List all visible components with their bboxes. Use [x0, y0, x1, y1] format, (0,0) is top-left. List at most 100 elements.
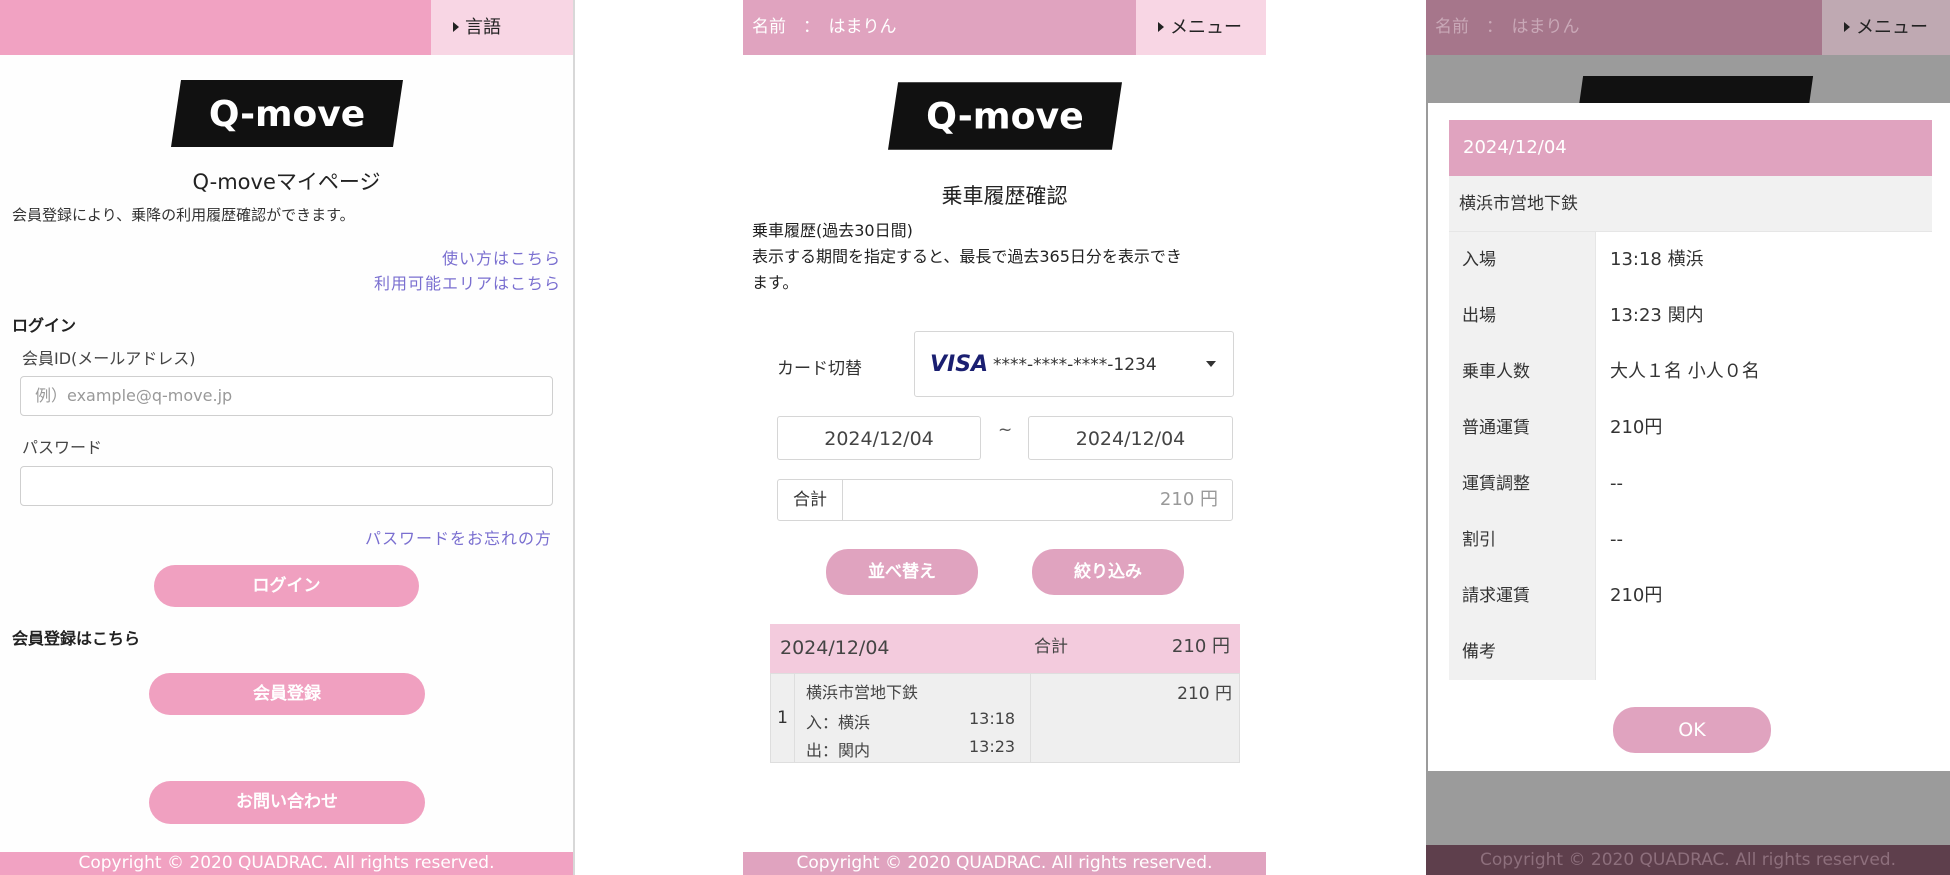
password-label: パスワード — [22, 438, 103, 457]
menu-button[interactable]: メニュー — [1822, 0, 1950, 55]
total-label: 合計 — [778, 480, 843, 520]
card-select[interactable]: VISA ****-****-****-1234 — [914, 331, 1234, 397]
row-in-time: 13:18 — [969, 709, 1016, 728]
menu-label: メニュー — [1856, 17, 1928, 38]
row-in-label: 入：横浜 — [806, 713, 871, 732]
detail-value — [1596, 624, 1932, 680]
caret-right-icon — [1844, 22, 1850, 32]
detail-row-charged-fare: 請求運賃 210円 — [1449, 568, 1932, 624]
detail-value: -- — [1596, 456, 1932, 512]
logo-text: Q-move — [209, 94, 365, 135]
email-field[interactable]: 例）example@q-move.jp — [20, 376, 553, 416]
howto-link[interactable]: 使い方はこちら — [442, 245, 561, 269]
detail-key: 割引 — [1449, 512, 1596, 568]
modal-line: 横浜市営地下鉄 — [1459, 194, 1578, 214]
login-screen: 言語 Q-move Q-moveマイページ 会員登録により、乗降の利用履歴確認が… — [0, 0, 575, 875]
date-from-field[interactable]: 2024/12/04 — [777, 416, 981, 460]
detail-value: 大人１名 小人０名 — [1596, 344, 1932, 400]
row-divider — [1030, 674, 1031, 762]
detail-screen: 名前 ： はまりん メニュー 2024/12/04 横浜市営地下鉄 入場 13:… — [1426, 0, 1950, 875]
user-name: 名前 ： はまりん — [752, 17, 897, 37]
visa-logo: VISA — [930, 352, 989, 377]
register-heading: 会員登録はこちら — [12, 629, 141, 648]
menu-label: メニュー — [1170, 17, 1242, 38]
detail-row-remarks: 備考 — [1449, 624, 1932, 680]
date-separator: ~ — [998, 420, 1013, 440]
detail-row-fare-adjust: 運賃調整 -- — [1449, 456, 1932, 512]
filter-button[interactable]: 絞り込み — [1032, 549, 1184, 595]
detail-row-exit: 出場 13:23 関内 — [1449, 288, 1932, 344]
menu-button[interactable]: メニュー — [1136, 0, 1266, 55]
language-label: 言語 — [465, 17, 501, 38]
detail-key: 運賃調整 — [1449, 456, 1596, 512]
detail-key: 普通運賃 — [1449, 400, 1596, 456]
detail-row-discount: 割引 -- — [1449, 512, 1932, 568]
detail-value: 13:23 関内 — [1596, 288, 1932, 344]
row-fare: 210 円 — [1177, 684, 1232, 704]
card-label: カード切替 — [777, 359, 862, 379]
qmove-logo: Q-move — [888, 80, 1122, 152]
header-bar: 言語 — [0, 0, 573, 55]
caret-right-icon — [1158, 22, 1164, 32]
language-button[interactable]: 言語 — [431, 0, 573, 55]
total-box: 合計 210 円 — [777, 479, 1233, 521]
card-number: ****-****-****-1234 — [993, 355, 1157, 375]
contact-button[interactable]: お問い合わせ — [149, 781, 425, 824]
detail-key: 備考 — [1449, 624, 1596, 680]
group-date: 2024/12/04 — [780, 637, 890, 659]
detail-key: 出場 — [1449, 288, 1596, 344]
logo-text: Q-move — [926, 95, 1084, 138]
row-line: 横浜市営地下鉄 — [806, 683, 919, 702]
page-title: 乗車履歴確認 — [941, 184, 1068, 208]
intro-text: 会員登録により、乗降の利用履歴確認ができます。 — [12, 206, 355, 224]
login-heading: ログイン — [12, 316, 77, 335]
table-row[interactable]: 1 横浜市営地下鉄 入：横浜 13:18 出：関内 13:23 210 円 — [770, 673, 1240, 763]
detail-value: -- — [1596, 512, 1932, 568]
id-label: 会員ID(メールアドレス) — [22, 349, 196, 368]
login-button[interactable]: ログイン — [154, 565, 419, 607]
row-out-label: 出：関内 — [806, 741, 871, 760]
detail-row-entry: 入場 13:18 横浜 — [1449, 232, 1932, 288]
desc-line-1: 乗車履歴(過去30日間) — [752, 221, 913, 240]
user-name: 名前 ： はまりん — [1435, 17, 1580, 37]
register-button[interactable]: 会員登録 — [149, 673, 425, 715]
qmove-logo-image: Q-move — [171, 80, 403, 147]
detail-key: 入場 — [1449, 232, 1596, 288]
group-total-value: 210 円 — [1171, 636, 1230, 657]
footer: Copyright © 2020 QUADRAC. All rights res… — [1426, 845, 1950, 875]
email-placeholder: 例）example@q-move.jp — [35, 386, 233, 405]
history-screen: 名前 ： はまりん メニュー Q-move 乗車履歴確認 乗車履歴(過去30日間… — [743, 0, 1266, 875]
password-field[interactable] — [20, 466, 553, 506]
history-group-header: 2024/12/04 合計 210 円 — [770, 624, 1240, 673]
chevron-down-icon — [1206, 361, 1216, 367]
row-out-time: 13:23 — [969, 737, 1016, 756]
area-link[interactable]: 利用可能エリアはこちら — [374, 270, 561, 294]
qmove-logo-image: Q-move — [888, 82, 1122, 150]
qmove-logo-dimmed — [1578, 76, 1814, 106]
total-value: 210 円 — [1159, 489, 1218, 510]
detail-row-passengers: 乗車人数 大人１名 小人０名 — [1449, 344, 1932, 400]
forgot-password-link[interactable]: パスワードをお忘れの方 — [365, 525, 552, 549]
footer: Copyright © 2020 QUADRAC. All rights res… — [743, 852, 1266, 875]
detail-value: 13:18 横浜 — [1596, 232, 1932, 288]
group-total-label: 合計 — [1034, 637, 1068, 657]
modal-line-row: 横浜市営地下鉄 — [1449, 176, 1932, 232]
caret-right-icon — [453, 22, 459, 32]
ok-button[interactable]: OK — [1613, 707, 1771, 753]
date-to-field[interactable]: 2024/12/04 — [1028, 416, 1233, 460]
desc-line-2: 表示する期間を指定すると、最長で過去365日分を表示でき — [752, 247, 1182, 266]
detail-value: 210円 — [1596, 400, 1932, 456]
detail-key: 請求運賃 — [1449, 568, 1596, 624]
header-bar: 名前 ： はまりん メニュー — [1426, 0, 1950, 55]
qmove-logo: Q-move — [171, 80, 403, 147]
ride-detail-modal: 2024/12/04 横浜市営地下鉄 入場 13:18 横浜 出場 13:23 … — [1428, 103, 1950, 771]
row-index: 1 — [771, 674, 795, 762]
detail-key: 乗車人数 — [1449, 344, 1596, 400]
footer: Copyright © 2020 QUADRAC. All rights res… — [0, 852, 573, 875]
header-bar: 名前 ： はまりん メニュー — [743, 0, 1266, 55]
modal-date: 2024/12/04 — [1463, 137, 1567, 158]
page-title: Q-moveマイページ — [192, 170, 381, 194]
detail-row-normal-fare: 普通運賃 210円 — [1449, 400, 1932, 456]
sort-button[interactable]: 並べ替え — [826, 549, 978, 595]
desc-line-3: ます。 — [752, 273, 799, 292]
